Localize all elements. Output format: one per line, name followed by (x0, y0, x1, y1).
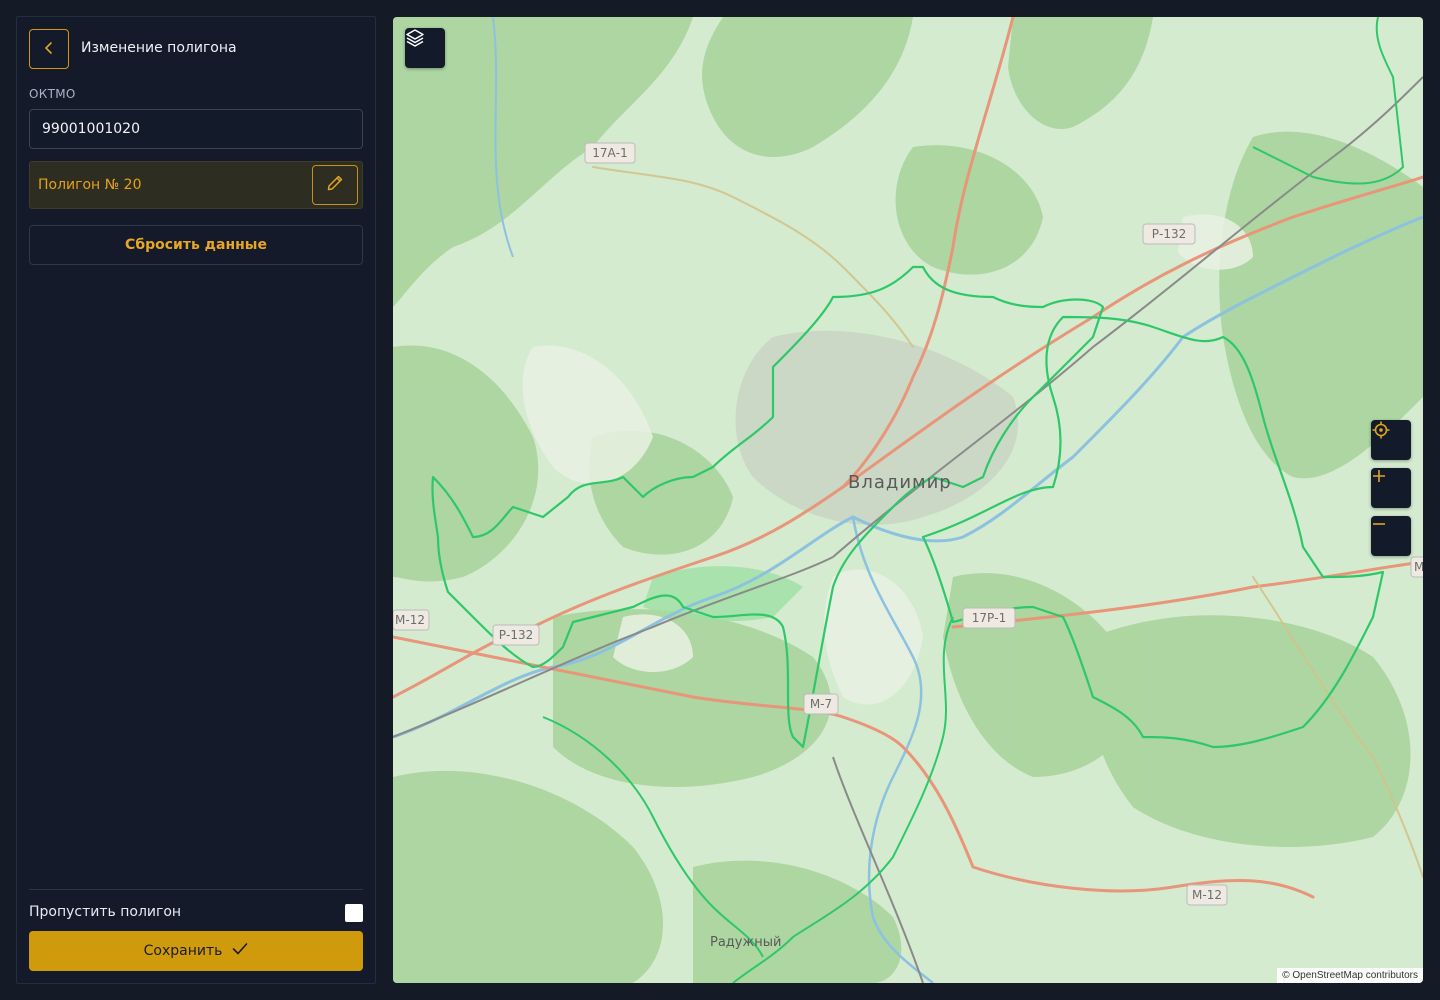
reset-data-button[interactable]: Сбросить данные (29, 225, 363, 265)
panel-title: Изменение полигона (81, 40, 237, 56)
skip-polygon-checkbox[interactable] (345, 904, 363, 922)
road-label-17r1: 17Р-1 (962, 607, 1016, 629)
svg-text:17Р-1: 17Р-1 (972, 611, 1006, 625)
edit-polygon-button[interactable] (312, 165, 358, 205)
zoom-out-button[interactable] (1371, 516, 1411, 556)
back-button[interactable] (29, 29, 69, 69)
oktmo-label: ОКТМО (29, 87, 76, 101)
road-label-17a1: 17А-1 (584, 142, 636, 164)
map-attribution[interactable]: © OpenStreetMap contributors (1277, 968, 1423, 983)
svg-text:Р-132: Р-132 (1152, 227, 1186, 241)
divider (29, 889, 363, 890)
road-label-edge: М (1410, 556, 1423, 578)
road-label-m7: М-7 (803, 693, 839, 715)
locate-button[interactable] (1371, 420, 1411, 460)
svg-text:М-7: М-7 (810, 697, 832, 711)
polygon-row: Полигон № 20 (29, 161, 363, 209)
pencil-icon (326, 174, 344, 196)
map-view[interactable]: 17А-1 Р-132 М-12 Р-132 17Р-1 М-7 М-12 М (393, 17, 1423, 983)
svg-text:М-12: М-12 (395, 613, 425, 627)
zoom-in-button[interactable] (1371, 468, 1411, 508)
skip-polygon-label: Пропустить полигон (29, 904, 182, 920)
check-icon (232, 942, 248, 960)
oktmo-input[interactable] (29, 109, 363, 149)
svg-text:Р-132: Р-132 (499, 628, 533, 642)
town-label: Радужный (710, 935, 781, 950)
road-label-r132-west: Р-132 (492, 624, 540, 646)
map-canvas: 17А-1 Р-132 М-12 Р-132 17Р-1 М-7 М-12 М (393, 17, 1423, 983)
save-button-label: Сохранить (143, 943, 223, 959)
chevron-left-icon (42, 40, 56, 59)
side-panel: Изменение полигона ОКТМО Полигон № 20 Сб… (16, 16, 376, 984)
city-label: Владимир (848, 472, 952, 493)
svg-text:М-12: М-12 (1192, 888, 1222, 902)
svg-text:17А-1: 17А-1 (592, 146, 627, 160)
save-button[interactable]: Сохранить (29, 931, 363, 971)
road-label-r132-east: Р-132 (1142, 223, 1196, 245)
road-label-m12-west: М-12 (393, 609, 430, 631)
layers-button[interactable] (405, 28, 445, 68)
road-label-m12-east: М-12 (1186, 884, 1228, 906)
polygon-name: Полигон № 20 (38, 177, 142, 193)
svg-text:М: М (1414, 560, 1423, 574)
